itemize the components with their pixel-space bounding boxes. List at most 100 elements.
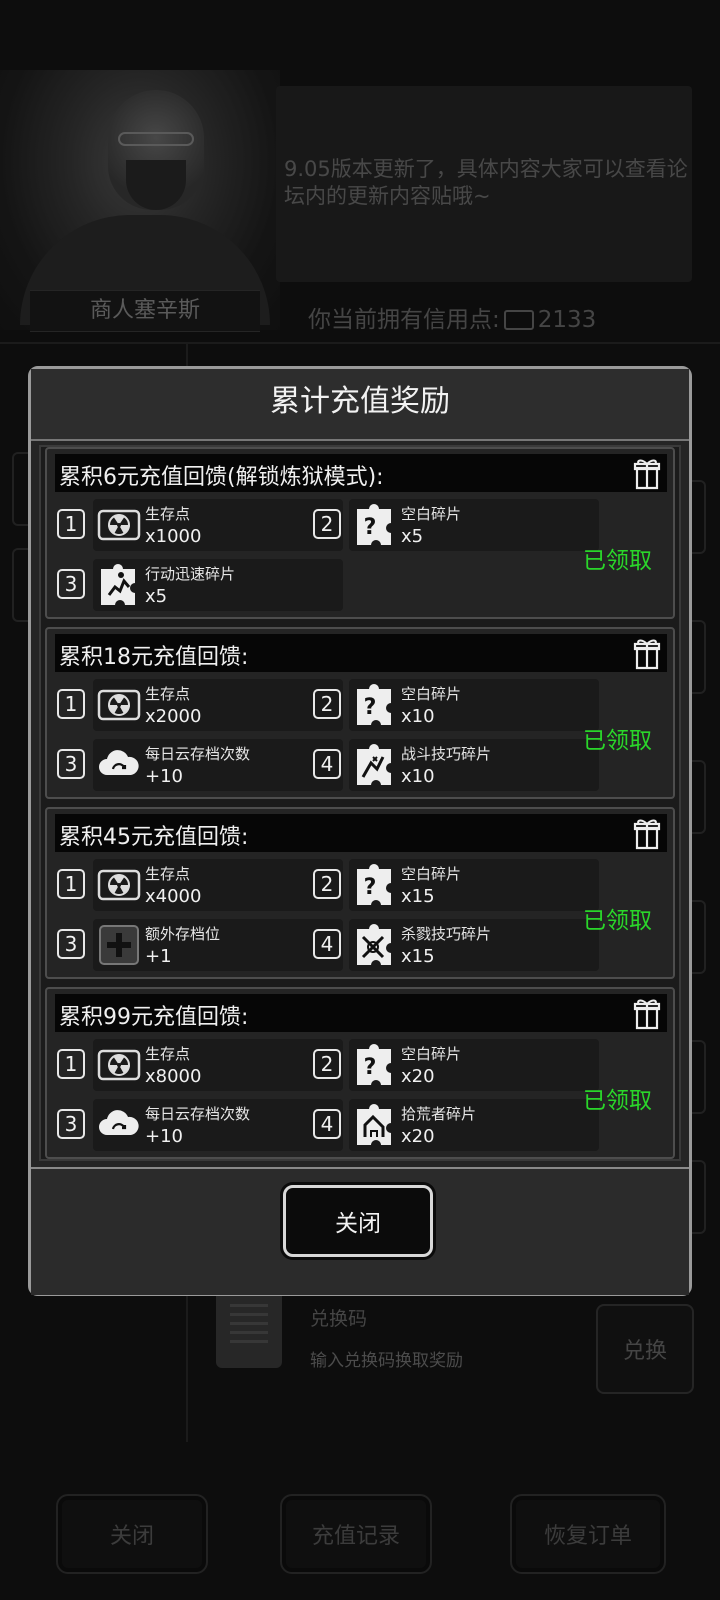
reward-quantity: x2000 [145,706,202,727]
claimed-status: 已领取 [583,908,652,934]
reward-name: 拾荒者碎片 [401,1105,477,1123]
tier-header: 累积45元充值回馈: [55,814,667,852]
reward-index: 2 [313,509,341,539]
reward-name: 战斗技巧碎片 [401,745,492,763]
reward-item: 2 ? 空白碎片 x10 [313,679,599,731]
reward-quantity: x15 [401,946,435,967]
reward-item: 4 杀戮技巧碎片 x15 [313,919,599,971]
gift-icon[interactable] [631,816,663,850]
reward-name: 行动迅速碎片 [145,565,236,583]
gift-icon[interactable] [631,456,663,490]
reward-quantity: +10 [145,1126,183,1147]
reward-index: 4 [313,1109,341,1139]
radiation-icon [97,1049,141,1081]
reward-quantity: +1 [145,946,172,967]
tier-title: 累积45元充值回馈: [59,825,249,850]
reward-index: 3 [57,1109,85,1139]
reward-quantity: x5 [145,586,168,607]
reward-name: 空白碎片 [401,865,462,883]
reward-item: 1 生存点 x4000 [57,859,343,911]
claimed-status: 已领取 [583,548,652,574]
tier-header: 累积18元充值回馈: [55,634,667,672]
svg-text:?: ? [364,515,377,540]
reward-quantity: x10 [401,766,435,787]
reward-index: 1 [57,869,85,899]
reward-quantity: x1000 [145,526,202,547]
reward-quantity: x20 [401,1126,435,1147]
puzzle-runner-icon [101,564,135,605]
puzzle-scavenger-icon [357,1104,391,1145]
reward-item: 3 每日云存档次数 +10 [57,739,343,791]
reward-tier: 累积45元充值回馈: 1 生存点 x4000 2 ? 空白碎片 x15 3 额外… [45,807,675,979]
cumulative-recharge-modal: 累计充值奖励 累积6元充值回馈(解锁炼狱模式): 1 生存点 x1000 2 ? [28,366,692,1296]
reward-name: 生存点 [145,865,191,883]
reward-quantity: x8000 [145,1066,202,1087]
puzzle-fight-icon [357,744,391,785]
svg-text:?: ? [364,695,377,720]
reward-item: 1 生存点 x1000 [57,499,343,551]
puzzle-question-icon: ? [357,1044,391,1085]
reward-item: 1 生存点 x8000 [57,1039,343,1091]
reward-index: 2 [313,689,341,719]
reward-name: 生存点 [145,505,191,523]
tier-header: 累积6元充值回馈(解锁炼狱模式): [55,454,667,492]
reward-name: 空白碎片 [401,685,462,703]
reward-tier-list[interactable]: 累积6元充值回馈(解锁炼狱模式): 1 生存点 x1000 2 ? 空白碎片 x… [39,445,681,1161]
reward-quantity: x4000 [145,886,202,907]
puzzle-question-icon: ? [357,864,391,905]
reward-item: 2 ? 空白碎片 x20 [313,1039,599,1091]
puzzle-question-icon: ? [357,504,391,545]
reward-index: 3 [57,569,85,599]
reward-quantity: x20 [401,1066,435,1087]
modal-title: 累计充值奖励 [31,369,689,441]
reward-tier: 累积18元充值回馈: 1 生存点 x2000 2 ? 空白碎片 x10 3 每日… [45,627,675,799]
close-button[interactable]: 关闭 [283,1185,433,1257]
reward-name: 杀戮技巧碎片 [401,925,492,943]
claimed-status: 已领取 [583,1088,652,1114]
reward-name: 空白碎片 [401,505,462,523]
reward-index: 1 [57,1049,85,1079]
cloud-icon [99,750,139,775]
reward-index: 2 [313,869,341,899]
reward-name: 额外存档位 [145,925,221,943]
puzzle-kill-icon [357,924,391,965]
reward-index: 2 [313,1049,341,1079]
reward-name: 生存点 [145,1045,191,1063]
reward-name: 每日云存档次数 [145,745,251,763]
reward-name: 空白碎片 [401,1045,462,1063]
reward-item: 3 每日云存档次数 +10 [57,1099,343,1151]
gift-icon[interactable] [631,996,663,1030]
reward-index: 4 [313,929,341,959]
radiation-icon [97,869,141,901]
reward-quantity: x15 [401,886,435,907]
reward-index: 1 [57,689,85,719]
reward-name: 每日云存档次数 [145,1105,251,1123]
tier-title: 累积6元充值回馈(解锁炼狱模式): [59,465,384,490]
reward-tier: 累积99元充值回馈: 1 生存点 x8000 2 ? 空白碎片 x20 3 每日… [45,987,675,1159]
radiation-icon [97,509,141,541]
reward-index: 3 [57,929,85,959]
reward-item: 4 拾荒者碎片 x20 [313,1099,599,1151]
reward-quantity: +10 [145,766,183,787]
gift-icon[interactable] [631,636,663,670]
reward-item: 3 额外存档位 +1 [57,919,343,971]
reward-name: 生存点 [145,685,191,703]
reward-tier: 累积6元充值回馈(解锁炼狱模式): 1 生存点 x1000 2 ? 空白碎片 x… [45,447,675,619]
reward-item: 2 ? 空白碎片 x5 [313,499,599,551]
puzzle-question-icon: ? [357,684,391,725]
modal-footer: 关闭 [31,1167,689,1295]
tier-title: 累积99元充值回馈: [59,1005,249,1030]
reward-item: 3 行动迅速碎片 x5 [57,559,343,611]
reward-quantity: x5 [401,526,424,547]
radiation-icon [97,689,141,721]
claimed-status: 已领取 [583,728,652,754]
reward-item: 4 战斗技巧碎片 x10 [313,739,599,791]
reward-index: 4 [313,749,341,779]
svg-text:?: ? [364,1055,377,1080]
plus-slot-icon [99,925,139,965]
svg-text:?: ? [364,875,377,900]
reward-index: 1 [57,509,85,539]
reward-item: 2 ? 空白碎片 x15 [313,859,599,911]
reward-item: 1 生存点 x2000 [57,679,343,731]
reward-index: 3 [57,749,85,779]
